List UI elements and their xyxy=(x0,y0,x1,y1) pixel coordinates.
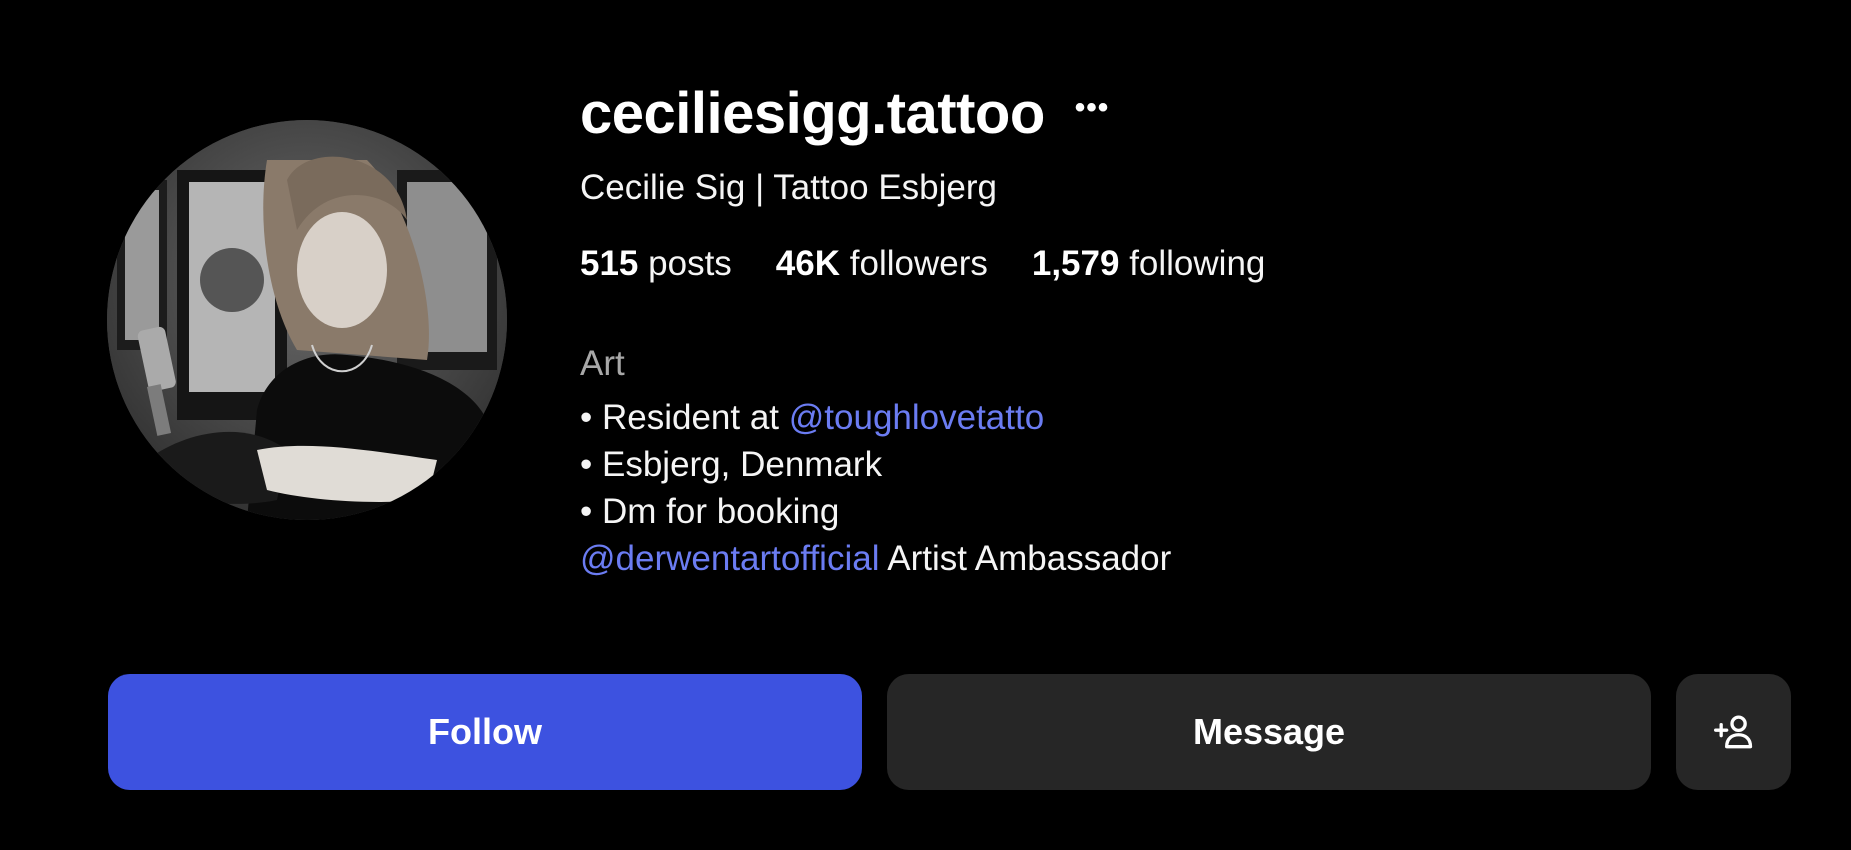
following-label: following xyxy=(1129,244,1266,283)
username-row: ceciliesigg.tattoo ••• xyxy=(580,78,1680,148)
followers-stat[interactable]: 46K followers xyxy=(776,244,988,284)
bio-line-3: • Dm for booking xyxy=(580,492,840,531)
bio: • Resident at @toughlovetatto • Esbjerg,… xyxy=(580,394,1680,582)
bio-line-1: • Resident at @toughlovetatto xyxy=(580,394,1680,441)
follow-button[interactable]: Follow xyxy=(108,674,862,790)
more-options-icon[interactable]: ••• xyxy=(1075,93,1110,133)
profile-info: ceciliesigg.tattoo ••• Cecilie Sig | Tat… xyxy=(580,78,1680,582)
following-stat[interactable]: 1,579 following xyxy=(1032,244,1266,284)
followers-label: followers xyxy=(849,244,988,283)
bio-line-4-text: Artist Ambassador xyxy=(879,539,1172,578)
avatar[interactable] xyxy=(107,120,507,520)
posts-count: 515 xyxy=(580,244,639,283)
add-person-icon xyxy=(1713,715,1752,749)
followers-count: 46K xyxy=(775,244,841,283)
bio-line-2: • Esbjerg, Denmark xyxy=(580,445,883,484)
suggested-accounts-button[interactable] xyxy=(1676,674,1791,790)
message-button[interactable]: Message xyxy=(887,674,1651,790)
mention-link-toughlovetatto[interactable]: @toughlovetatto xyxy=(789,398,1044,437)
bio-line-4: @derwentartofficial Artist Ambassador xyxy=(580,535,1680,582)
profile-stats: 515 posts 46K followers 1,579 following xyxy=(580,244,1680,284)
posts-stat[interactable]: 515 posts xyxy=(580,244,732,284)
full-name: Cecilie Sig | Tattoo Esbjerg xyxy=(580,168,997,207)
bio-line-1-text: • Resident at xyxy=(580,398,789,437)
profile-category: Art xyxy=(580,344,625,383)
username: ceciliesigg.tattoo xyxy=(580,80,1045,146)
mention-link-derwentartofficial[interactable]: @derwentartofficial xyxy=(580,539,879,578)
following-count: 1,579 xyxy=(1031,244,1120,283)
posts-label: posts xyxy=(648,244,732,283)
profile-photo xyxy=(107,120,507,520)
